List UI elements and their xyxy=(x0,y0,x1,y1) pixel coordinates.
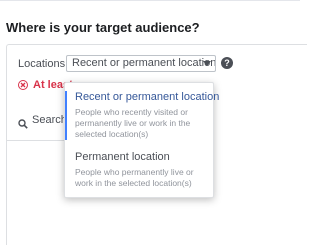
error-icon xyxy=(18,80,28,90)
option-permanent[interactable]: Permanent location People who permanentl… xyxy=(65,151,213,189)
location-type-value: Recent or permanent location xyxy=(72,57,216,69)
search-icon xyxy=(18,116,28,134)
location-type-select[interactable]: Recent or permanent location xyxy=(66,55,216,72)
search-placeholder: Search xyxy=(32,114,67,126)
option-recent-or-permanent[interactable]: Recent or permanent location People who … xyxy=(65,91,220,140)
option-title: Permanent location xyxy=(75,151,170,163)
caret-down-icon xyxy=(203,61,211,66)
option-description: People who permanently live or work in t… xyxy=(75,167,194,188)
search-divider xyxy=(6,140,66,141)
locations-label: Locations xyxy=(18,58,66,70)
option-description: People who recently visited or permanent… xyxy=(75,107,191,139)
help-icon[interactable]: ? xyxy=(221,57,233,69)
location-type-dropdown: Recent or permanent location People who … xyxy=(64,82,220,198)
option-title: Recent or permanent location xyxy=(75,91,220,103)
top-divider xyxy=(0,0,300,1)
section-heading: Where is your target audience? xyxy=(6,20,200,35)
